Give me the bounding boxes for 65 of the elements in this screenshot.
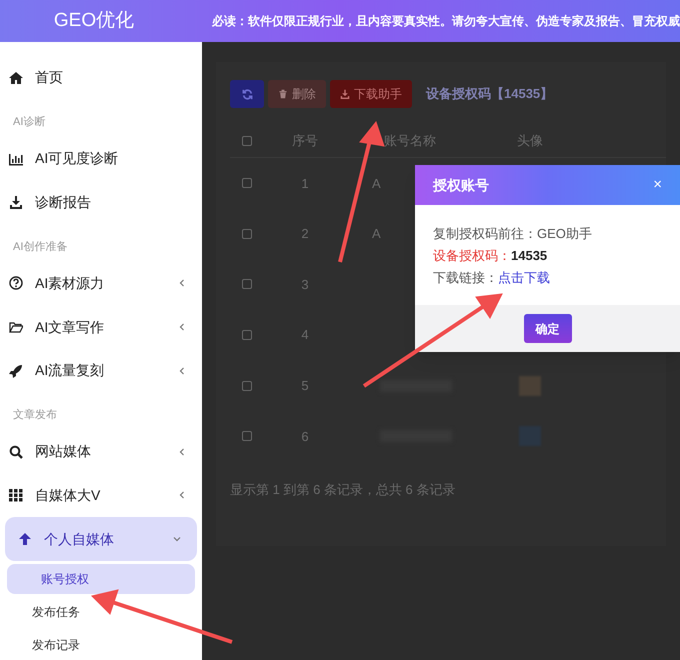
submenu-item[interactable]: 发布任务 [0,597,202,628]
home-icon [9,70,23,85]
trash-icon [278,89,288,99]
checkbox[interactable] [242,330,252,340]
menu-item[interactable]: 网站媒体 [0,430,202,474]
table-cell-text: 5 [300,376,310,395]
table-cell-text: 1 [300,174,310,193]
logo-text[interactable]: GEO优化 [0,6,188,36]
table-cell: A [372,226,381,242]
checkbox[interactable] [242,431,252,442]
download-button[interactable]: 下载助手 [330,80,412,108]
checkbox[interactable] [242,178,252,188]
table-cell-text: 3 [300,276,310,294]
table-cell: A [372,176,381,191]
section-label: AI创作准备 [12,240,68,255]
code-value: 14535 [511,247,548,265]
instruction-text: 复制授权码前往：GEO助手 [433,225,593,243]
menu-item[interactable]: 自媒体大V [0,474,202,518]
bar-chart-icon [9,152,23,166]
ok-button[interactable]: 确定 [524,314,572,343]
checkbox[interactable] [242,228,252,239]
section-label: 文章发布 [12,408,58,424]
refresh-icon [242,88,252,100]
search-icon [9,444,23,459]
column-header: 账号名称 [383,132,437,150]
chevron-icon [178,323,186,332]
menu-item[interactable]: 诊断报告 [0,180,202,224]
chevron-icon [173,535,181,544]
checkbox[interactable] [242,279,252,290]
rocket-icon [9,364,23,378]
avatar-placeholder [519,376,541,396]
refresh-button[interactable] [230,80,264,108]
record-count: 显示第 1 到第 6 条记录，总共 6 条记录 [230,480,456,499]
menu-item[interactable]: 个人自媒体 [5,517,197,562]
checkbox[interactable] [242,380,252,391]
dialog-title: 授权账号 [433,176,489,194]
table-cell-text: 2 [300,225,310,244]
submenu-item[interactable]: 发布记录 [0,630,202,660]
checkbox[interactable] [242,136,252,146]
menu-item[interactable]: 首页 [0,56,202,100]
menu-item[interactable]: AI文章写作 [0,305,202,349]
table-cell-text: 6 [300,428,310,446]
arrow-up-icon [18,532,32,546]
code-label: 设备授权码： [433,247,511,265]
section-label: AI诊断 [12,115,46,130]
menu-item[interactable]: AI流量复刻 [0,348,202,393]
column-header: 头像 [516,132,544,150]
chevron-icon [178,448,186,456]
chevron-icon [178,279,186,288]
notice-text: 必读：软件仅限正规行业，且内容要真实性。请勿夸大宣传、伪造专家及报告、冒充权威 [210,13,680,30]
grid-icon [9,488,23,502]
folder-icon [9,320,23,334]
chevron-icon [178,491,186,500]
menu-item[interactable]: AI可见度诊断 [0,136,202,181]
download-link[interactable]: 点击下载 [498,267,550,289]
code-label: 设备授权码【14535】 [426,85,554,104]
download-icon [9,195,23,210]
table-cell-text: 4 [300,326,310,344]
submenu-item[interactable]: 账号授权 [7,564,195,594]
question-icon [9,276,23,290]
column-header: 序号 [291,132,319,150]
menu-item[interactable]: AI素材源力 [0,261,202,306]
chevron-icon [178,366,186,375]
download-icon [340,89,350,99]
link-label: 下载链接： [433,269,498,287]
